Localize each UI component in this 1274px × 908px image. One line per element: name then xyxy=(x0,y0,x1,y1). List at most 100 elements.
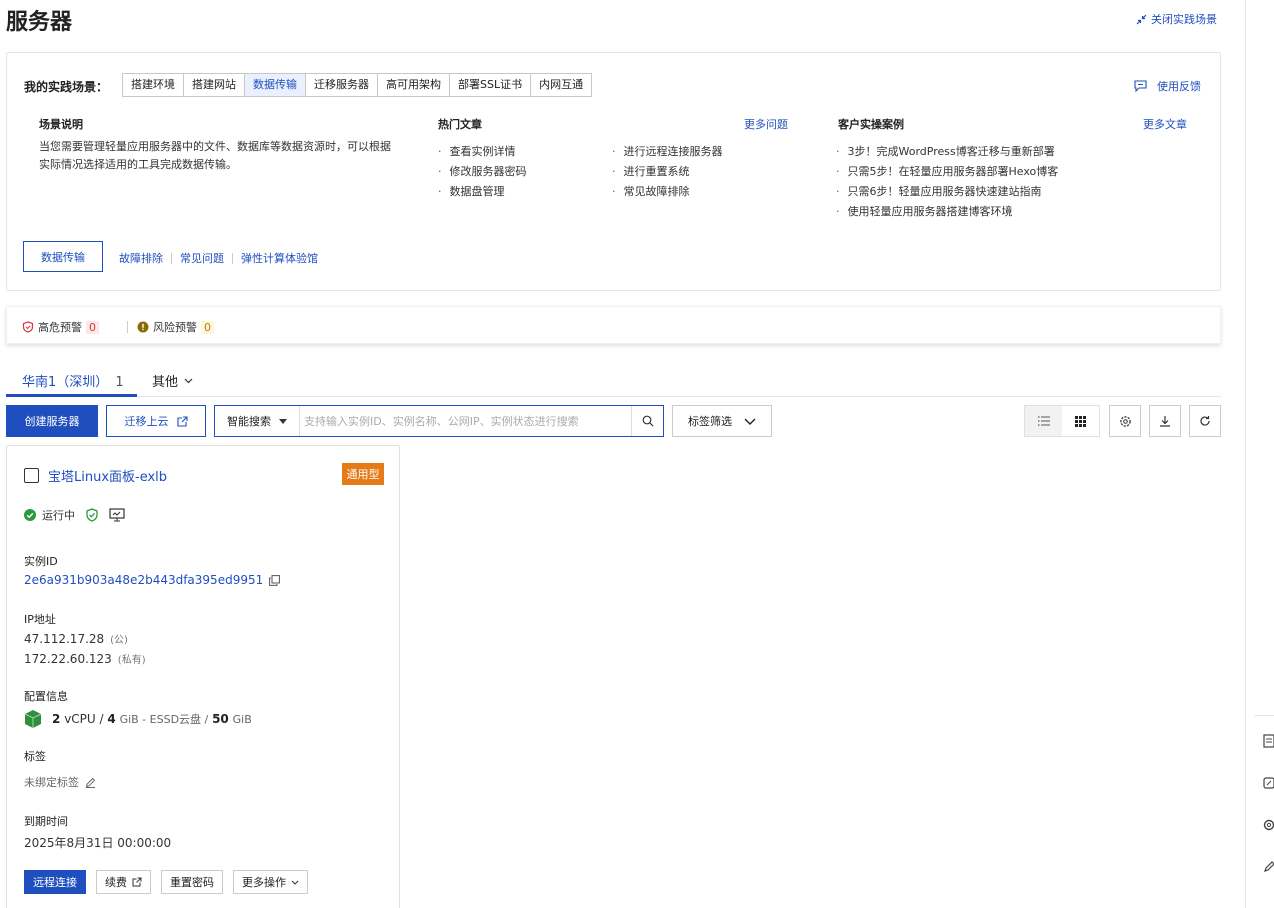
feedback-link[interactable]: 使用反馈 xyxy=(1134,78,1201,94)
copy-icon[interactable] xyxy=(269,574,281,586)
other-label: 其他 xyxy=(152,375,179,390)
article-link[interactable]: 查看实例详情 xyxy=(438,142,527,162)
scene-tab-build-env[interactable]: 搭建环境 xyxy=(123,74,184,96)
risk-count: 0 xyxy=(201,320,214,334)
disk-size: 50 xyxy=(212,712,229,726)
tags-label: 标签 xyxy=(24,750,46,763)
instance-checkbox[interactable] xyxy=(24,468,39,483)
case-link[interactable]: 只需5步！在轻量应用服务器部署Hexo博客 xyxy=(836,162,1059,182)
search-input[interactable] xyxy=(300,406,631,436)
article-link[interactable]: 进行重置系统 xyxy=(612,162,723,182)
public-ip-tag: (公) xyxy=(110,635,128,646)
case-link[interactable]: 只需6步！轻量应用服务器快速建站指南 xyxy=(836,182,1058,202)
grid-icon xyxy=(1075,415,1086,427)
right-rail-divider xyxy=(1245,0,1246,908)
refresh-button[interactable] xyxy=(1189,405,1221,437)
pencil-icon[interactable] xyxy=(1262,860,1274,874)
high-risk-label: 高危预警 xyxy=(38,321,82,334)
mem-size: 4 xyxy=(107,712,116,726)
more-articles-link[interactable]: 更多文章 xyxy=(1143,116,1187,132)
more-actions-button[interactable]: 更多操作 xyxy=(233,870,308,894)
link-divider xyxy=(171,252,172,264)
close-scene-link[interactable]: 关闭实践场景 xyxy=(1136,11,1217,27)
warning-icon xyxy=(137,321,149,333)
document-icon[interactable] xyxy=(1262,734,1274,748)
more-actions-label: 更多操作 xyxy=(242,876,286,889)
risk-label: 风险预警 xyxy=(153,321,197,334)
scene-tab-build-site[interactable]: 搭建网站 xyxy=(184,74,245,96)
migrate-label: 迁移上云 xyxy=(124,415,169,428)
link-divider xyxy=(232,252,233,264)
ecs-experience-link[interactable]: 弹性计算体验馆 xyxy=(241,250,318,266)
cpu-count: 2 xyxy=(52,712,61,726)
disk-unit: GiB xyxy=(232,713,252,726)
cases-list: 3步！完成WordPress博客迁移与重新部署 只需5步！在轻量应用服务器部署H… xyxy=(836,142,1059,222)
renew-button[interactable]: 续费 xyxy=(96,870,151,894)
chevron-down-icon xyxy=(184,378,193,383)
tags-row: 未绑定标签 xyxy=(24,774,96,790)
mem-unit: GiB - ESSD云盘 / xyxy=(119,713,209,726)
scene-tab-ha[interactable]: 高可用架构 xyxy=(378,74,450,96)
monitor-icon[interactable] xyxy=(109,508,125,522)
download-button[interactable] xyxy=(1149,405,1181,437)
case-link[interactable]: 使用轻量应用服务器搭建博客环境 xyxy=(836,202,1058,222)
tag-filter-select[interactable]: 标签筛选 xyxy=(672,405,772,437)
faq-link[interactable]: 常见问题 xyxy=(180,250,224,266)
cpu-unit: vCPU / xyxy=(64,712,104,726)
instance-name-link[interactable]: 宝塔Linux面板-exlb xyxy=(48,466,167,485)
tab-region-shenzhen[interactable]: 华南1（深圳） 1 xyxy=(22,371,124,390)
external-link-icon xyxy=(132,877,142,887)
article-link[interactable]: 修改服务器密码 xyxy=(438,162,527,182)
public-ip-row: 47.112.17.28 (公) xyxy=(24,631,128,647)
risk-alert[interactable]: 风险预警 0 xyxy=(137,319,214,335)
hot-articles-list-1: 查看实例详情 修改服务器密码 数据盘管理 xyxy=(438,142,527,202)
tab-region-other[interactable]: 其他 xyxy=(152,371,193,390)
edit-box-icon[interactable] xyxy=(1262,776,1274,790)
scene-tab-migrate[interactable]: 迁移服务器 xyxy=(306,74,378,96)
shield-icon[interactable] xyxy=(85,508,99,522)
view-toggle xyxy=(1024,405,1100,437)
settings-button[interactable] xyxy=(1109,405,1141,437)
create-server-button[interactable]: 创建服务器 xyxy=(6,405,98,437)
list-view-button[interactable] xyxy=(1025,406,1062,436)
pencil-icon[interactable] xyxy=(85,777,96,788)
scene-tab-intranet[interactable]: 内网互通 xyxy=(531,74,592,96)
case-link[interactable]: 3步！完成WordPress博客迁移与重新部署 xyxy=(836,142,1058,162)
instance-id-link[interactable]: 2e6a931b903a48e2b443dfa395ed9951 xyxy=(24,573,263,587)
region-name: 华南1（深圳） xyxy=(22,375,109,390)
expire-value: 2025年8月31日 00:00:00 xyxy=(24,836,172,850)
cases-title: 客户实操案例 xyxy=(838,118,904,131)
gear-icon[interactable] xyxy=(1262,818,1274,832)
scene-tab-data-transfer[interactable]: 数据传输 xyxy=(245,74,306,96)
search-button[interactable] xyxy=(631,406,663,436)
desc-title: 场景说明 xyxy=(39,118,83,131)
article-link[interactable]: 数据盘管理 xyxy=(438,182,527,202)
page-title: 服务器 xyxy=(6,10,73,35)
remote-connect-button[interactable]: 远程连接 xyxy=(24,870,86,894)
active-tab-indicator xyxy=(6,394,137,397)
reset-password-button[interactable]: 重置密码 xyxy=(161,870,223,894)
migrate-cloud-button[interactable]: 迁移上云 xyxy=(106,405,206,437)
search-type-select[interactable]: 智能搜索 xyxy=(215,406,300,436)
tags-value: 未绑定标签 xyxy=(24,776,79,789)
public-ip: 47.112.17.28 xyxy=(24,631,105,646)
article-link[interactable]: 常见故障排除 xyxy=(612,182,723,202)
feedback-label: 使用反馈 xyxy=(1157,80,1201,93)
article-link[interactable]: 进行远程连接服务器 xyxy=(612,142,723,162)
refresh-icon xyxy=(1200,416,1210,426)
data-transfer-button[interactable]: 数据传输 xyxy=(23,241,103,272)
download-icon xyxy=(1160,416,1170,427)
high-risk-alert[interactable]: 高危预警 0 xyxy=(22,319,99,335)
search-bar: 智能搜索 xyxy=(214,405,664,437)
external-link-icon xyxy=(176,415,188,427)
config-text: 2 vCPU / 4 GiB - ESSD云盘 / 50 GiB xyxy=(52,711,252,727)
troubleshoot-link[interactable]: 故障排除 xyxy=(119,250,163,266)
running-status-icon xyxy=(24,509,36,521)
more-questions-link[interactable]: 更多问题 xyxy=(744,116,788,132)
scene-tab-ssl[interactable]: 部署SSL证书 xyxy=(450,74,532,96)
config-label: 配置信息 xyxy=(24,690,68,703)
renew-label: 续费 xyxy=(105,876,127,889)
caret-down-icon xyxy=(279,418,287,424)
search-icon xyxy=(642,415,653,427)
grid-view-button[interactable] xyxy=(1062,406,1099,436)
